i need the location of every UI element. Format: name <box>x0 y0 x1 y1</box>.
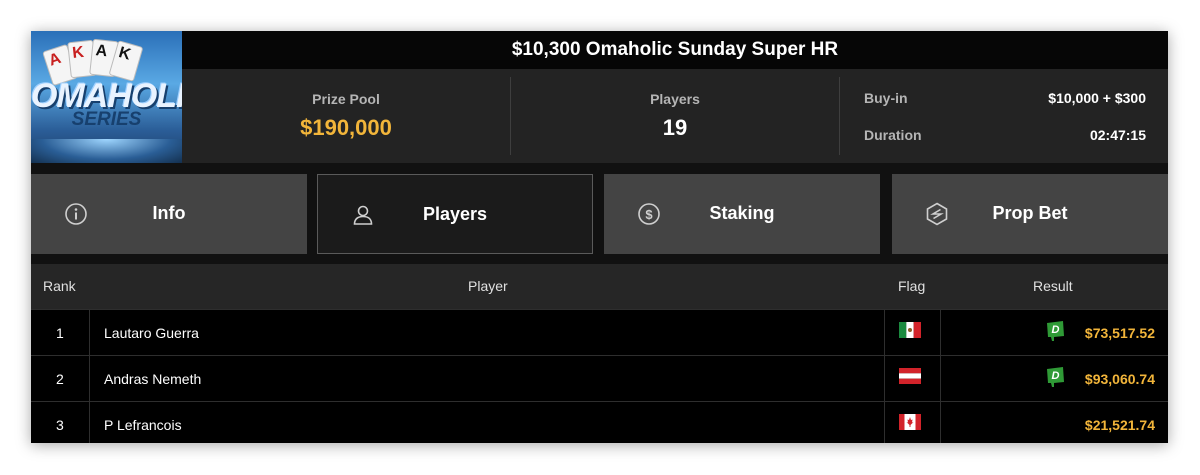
stat-divider <box>839 77 840 155</box>
buyin-label: Buy-in <box>864 90 908 106</box>
austria-flag-icon <box>899 368 921 384</box>
d-badge-icon: D <box>1047 367 1064 387</box>
prize-pool-value: $190,000 <box>300 115 392 140</box>
flag-column-header[interactable]: Flag <box>898 278 925 294</box>
cell-divider <box>940 310 941 355</box>
rank-cell: 2 <box>56 371 64 387</box>
table-row[interactable]: 1 Lautaro Guerra D $73,517.52 <box>31 309 1168 355</box>
tournament-panel: A K A K OMAHOLIC SERIES $10,300 Omaholic… <box>31 31 1168 443</box>
tab-staking-label: Staking <box>709 203 775 223</box>
tab-staking[interactable]: $ Staking <box>604 174 880 254</box>
cell-divider <box>884 310 885 355</box>
player-name-cell[interactable]: Lautaro Guerra <box>104 325 199 341</box>
cell-divider <box>884 356 885 401</box>
result-cell: $21,521.74 <box>1084 417 1155 433</box>
tournament-stats: Prize Pool $190,000 Players 19 Buy-in $1… <box>182 69 1168 163</box>
logo-series-text: SERIES <box>71 109 142 130</box>
mexico-flag-icon <box>899 322 921 338</box>
d-badge-icon: D <box>1047 321 1064 341</box>
rank-cell: 3 <box>56 417 64 433</box>
tab-info[interactable]: Info <box>31 174 307 254</box>
cell-divider <box>89 356 90 401</box>
tab-info-label: Info <box>152 203 186 223</box>
tab-prop-bet-label: Prop Bet <box>992 203 1068 223</box>
omaholic-series-logo: A K A K OMAHOLIC SERIES <box>31 31 182 163</box>
rank-column-header[interactable]: Rank <box>43 278 76 294</box>
prize-pool-stat: Prize Pool $190,000 <box>182 69 510 163</box>
cell-divider <box>884 402 885 443</box>
prize-pool-label: Prize Pool <box>312 91 380 107</box>
buyin-value: $10,000 + $300 <box>1048 90 1146 106</box>
result-cell: $73,517.52 <box>1084 325 1155 341</box>
svg-text:D: D <box>1052 370 1060 382</box>
rank-cell: 1 <box>56 325 64 341</box>
duration-value: 02:47:15 <box>1089 127 1146 143</box>
players-value: 19 <box>662 115 688 140</box>
result-cell: $93,060.74 <box>1084 371 1155 387</box>
tab-players-label: Players <box>422 204 488 224</box>
logo-base <box>31 139 182 163</box>
table-row[interactable]: 3 P Lefrancois $21,521.74 <box>31 401 1168 443</box>
tab-prop-bet[interactable]: Prop Bet <box>892 174 1168 254</box>
svg-text:D: D <box>1052 324 1060 336</box>
player-name-cell[interactable]: Andras Nemeth <box>104 371 201 387</box>
result-column-header[interactable]: Result <box>1033 278 1073 294</box>
cell-divider <box>940 402 941 443</box>
cell-divider <box>940 356 941 401</box>
table-row[interactable]: 2 Andras Nemeth D $93,060.74 <box>31 355 1168 401</box>
cell-divider <box>89 402 90 443</box>
players-stat: Players 19 <box>511 69 839 163</box>
tournament-title-text: $10,300 Omaholic Sunday Super HR <box>511 39 839 60</box>
tournament-title: $10,300 Omaholic Sunday Super HR <box>182 31 1168 69</box>
duration-label: Duration <box>864 127 922 143</box>
canada-flag-icon <box>899 414 921 430</box>
tab-players[interactable]: Players <box>317 174 593 254</box>
players-label: Players <box>650 91 700 107</box>
cell-divider <box>89 310 90 355</box>
player-column-header[interactable]: Player <box>468 278 508 294</box>
player-name-cell[interactable]: P Lefrancois <box>104 417 182 433</box>
players-table-header: Rank Player Flag Result <box>31 264 1168 309</box>
